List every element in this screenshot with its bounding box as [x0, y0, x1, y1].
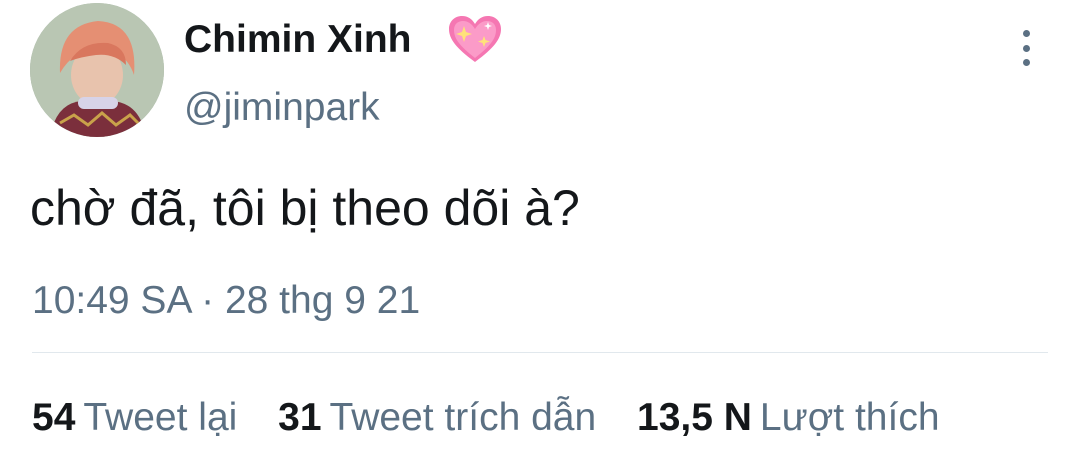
tweet-card: Chimin Xinh @jiminpark chờ đã, tôi bị th… — [0, 0, 1078, 470]
likes-count: 13,5 N — [637, 396, 752, 439]
quote-tweets-stat[interactable]: 31 Tweet trích dẫn — [278, 396, 596, 439]
retweets-stat[interactable]: 54 Tweet lại — [32, 396, 237, 439]
tweet-text: chờ đã, tôi bị theo dõi à? — [30, 180, 580, 236]
quote-tweets-label: Tweet trích dẫn — [329, 396, 597, 439]
more-options-button[interactable] — [1008, 28, 1044, 68]
user-handle[interactable]: @jiminpark — [184, 84, 380, 132]
likes-label: Lượt thích — [759, 396, 940, 439]
quote-tweets-count: 31 — [278, 396, 322, 439]
more-vertical-icon — [1022, 30, 1030, 37]
display-name[interactable]: Chimin Xinh — [184, 16, 412, 64]
tweet-timestamp[interactable]: 10:49 SA · 28 thg 9 21 — [32, 277, 420, 325]
retweets-count: 54 — [32, 396, 76, 439]
avatar[interactable] — [30, 3, 164, 137]
likes-stat[interactable]: 13,5 N Lượt thích — [637, 396, 940, 439]
sparkling-heart-icon — [449, 16, 501, 62]
divider — [32, 352, 1048, 353]
retweets-label: Tweet lại — [83, 396, 238, 439]
engagement-stats: 54 Tweet lại 31 Tweet trích dẫn 13,5 N Lượt… — [32, 394, 970, 442]
